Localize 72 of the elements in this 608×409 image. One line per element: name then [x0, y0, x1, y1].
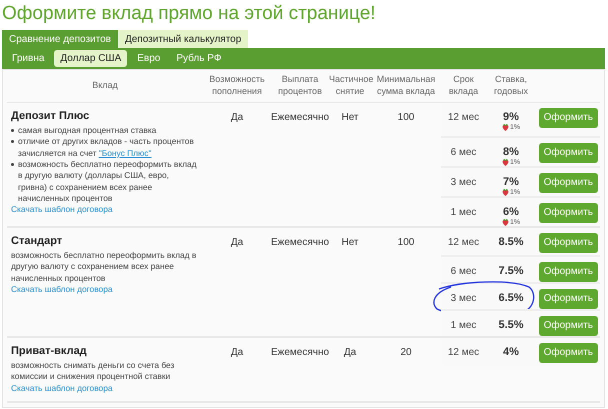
- deposit-description: возможность бесплатно переоформить вклад в другую валюту с сохранением всех ранее начисленных процентов: [11, 250, 198, 284]
- column-header: Выплата процентов: [277, 74, 323, 98]
- download-link[interactable]: Скачать шаблон договора: [11, 382, 199, 393]
- column-header: Возможность пополнения: [208, 74, 266, 98]
- currency-tab[interactable]: Гривна: [6, 50, 50, 67]
- table-cell-text: Да: [230, 346, 244, 358]
- column-header: Частичное снятие: [329, 74, 371, 98]
- term-cell-text: 3 мес: [450, 176, 478, 188]
- table-cell-text: Нет: [340, 111, 360, 123]
- table-cell-text: Ежемесячно: [271, 236, 329, 248]
- term-cell-text: 1 мес: [450, 319, 478, 331]
- table-cell-text: Да: [230, 111, 244, 123]
- bullet-icon: [11, 140, 14, 144]
- term-cell-text: 1 мес: [450, 206, 478, 218]
- term-cell-text: 3 мес: [450, 292, 478, 304]
- table-cell-text: Ежемесячно: [271, 111, 329, 123]
- table-cell-text: Да: [230, 236, 244, 248]
- download-link[interactable]: Скачать шаблон договора: [11, 284, 199, 294]
- bullet-icon: [11, 129, 14, 132]
- term-cell-text: 12 мес: [446, 346, 480, 358]
- bullet-text: отличие от других вкладов - часть процентов зачисляется на счет "Бонус Плюс": [18, 136, 195, 160]
- term-cell-text: 12 мес: [446, 111, 480, 123]
- currency-tab[interactable]: Евро: [131, 50, 166, 67]
- table-cell-text: Нет: [340, 236, 360, 248]
- rate-value: 5.5%: [498, 319, 524, 331]
- apply-button[interactable]: Оформить: [538, 343, 598, 363]
- bullet-text: возможность бесплатно переоформить вклад в другую валюту (доллары США, евро, гривна) с сохранением всех ранее начисленных процентов: [18, 159, 198, 204]
- currency-tab[interactable]: Доллар США: [54, 50, 128, 67]
- deposit-description: возможность снимать деньги со счета без комиссии и снижения процентной ставки: [11, 360, 176, 383]
- rate-value: 9%: [503, 111, 519, 123]
- download-link[interactable]: Скачать шаблон договора: [11, 204, 199, 214]
- rate-value: 8.5%: [498, 236, 524, 248]
- rate-value: 7.5%: [498, 265, 524, 277]
- term-cell-text: 6 мес: [450, 265, 478, 277]
- term-cell-text: 6 мес: [450, 146, 478, 158]
- bonus-link[interactable]: "Бонус Плюс": [98, 148, 152, 158]
- apply-button[interactable]: Оформить: [538, 233, 598, 253]
- table-cell-text: Ежемесячно: [271, 346, 329, 358]
- page-title: Оформите вклад прямо на этой странице!: [2, 3, 377, 25]
- rate-value: 6.5%: [498, 292, 524, 304]
- apply-button[interactable]: Оформить: [538, 108, 598, 128]
- apply-button[interactable]: Оформить: [538, 203, 598, 223]
- strawberry-icon: [502, 123, 509, 131]
- column-header: Вклад: [91, 80, 119, 92]
- table-cell-text: 100: [396, 111, 416, 123]
- tab[interactable]: Депозитный калькулятор: [118, 30, 248, 48]
- deposit-name: Стандарт: [11, 235, 64, 247]
- strawberry-icon: [502, 188, 509, 196]
- strawberry-icon: [502, 218, 509, 226]
- table-cell-text: 100: [396, 236, 416, 248]
- term-cell-text: 12 мес: [446, 236, 480, 248]
- column-header: Минимальная сумма вклада: [376, 74, 436, 98]
- tab[interactable]: Сравнение депозитов: [2, 30, 118, 48]
- deposit-name: Приват-вклад: [11, 345, 88, 357]
- deposit-name: Депозит Плюс: [11, 110, 90, 122]
- rate-value: 8%: [503, 146, 519, 158]
- rate-value: 6%: [503, 206, 519, 218]
- column-header: Срок вклада: [448, 74, 480, 98]
- table-cell-text: 20: [399, 346, 413, 358]
- apply-button[interactable]: Оформить: [538, 173, 598, 193]
- table-cell-text: Да: [342, 346, 358, 358]
- currency-tab[interactable]: Рубль РФ: [170, 50, 228, 67]
- apply-button[interactable]: Оформить: [538, 316, 598, 336]
- strawberry-icon: [502, 158, 509, 166]
- bullet-text: самая выгодная процентная ставка: [18, 125, 156, 136]
- rate-value: 7%: [503, 176, 519, 188]
- apply-button[interactable]: Оформить: [538, 262, 598, 282]
- bullet-icon: [11, 163, 14, 166]
- column-header: Ставка, годовых: [493, 74, 529, 98]
- rate-value: 4%: [503, 346, 519, 358]
- apply-button[interactable]: Оформить: [538, 289, 598, 309]
- apply-button[interactable]: Оформить: [538, 143, 598, 163]
